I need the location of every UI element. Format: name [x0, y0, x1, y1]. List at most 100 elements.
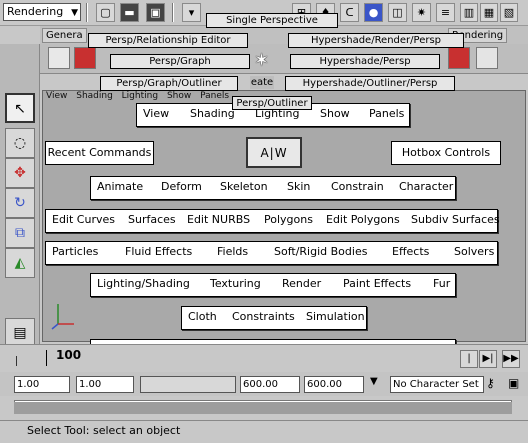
select-hierarchy-icon[interactable]: ▾: [182, 3, 201, 22]
hotbox-constraints[interactable]: Constraints: [232, 307, 295, 327]
hotbox-solvers[interactable]: Solvers: [454, 242, 494, 262]
render-sphere-icon[interactable]: ●: [364, 3, 383, 22]
hotbox-modeling-row: Edit Curves Surfaces Edit NURBS Polygons…: [45, 209, 500, 233]
range-slider-bar[interactable]: [140, 376, 236, 393]
hotbox-dynamics-row: Particles Fluid Effects Fields Soft/Rigi…: [45, 241, 498, 265]
lasso-tool-icon[interactable]: ◌: [5, 128, 35, 158]
end-frame-field[interactable]: 600.00: [304, 376, 364, 393]
shelf-menu-icon[interactable]: [48, 47, 70, 69]
hotbox-edit-curves[interactable]: Edit Curves: [52, 210, 115, 230]
animation-prefs-icon[interactable]: ▣: [508, 376, 519, 390]
layout-hypershade-render-persp[interactable]: Hypershade/Render/Persp: [288, 33, 464, 48]
chevron-down-icon[interactable]: ▼: [370, 376, 378, 387]
hotbox-simulation[interactable]: Simulation: [306, 307, 365, 327]
layout-persp-graph[interactable]: Persp/Graph: [110, 54, 250, 69]
layout-icon-3[interactable]: ▧: [500, 3, 518, 22]
hotbox-render[interactable]: Render: [282, 274, 321, 294]
new-scene-icon[interactable]: ▢: [96, 3, 115, 22]
hotbox-panels[interactable]: Panels: [369, 104, 404, 124]
hotbox-paint-effects[interactable]: Paint Effects: [343, 274, 411, 294]
start-frame-field[interactable]: 1.00: [14, 376, 70, 393]
toolbar-divider: [86, 3, 88, 22]
viewport-menu-shading[interactable]: Shading: [76, 91, 113, 101]
open-scene-icon[interactable]: ▬: [120, 3, 139, 22]
create-label-partial: eate: [250, 76, 274, 89]
character-set-field[interactable]: No Character Set: [390, 376, 484, 393]
hotbox-fluid-effects[interactable]: Fluid Effects: [125, 242, 192, 262]
hotbox-shading[interactable]: Shading: [190, 104, 235, 124]
shader-icon[interactable]: [448, 47, 470, 69]
skip-to-end-icon[interactable]: ▶▶: [502, 350, 520, 368]
marking-menu-center-icon: ✶: [254, 50, 270, 71]
current-time-marker[interactable]: [46, 350, 47, 366]
layout-icon-1[interactable]: ▥: [460, 3, 478, 22]
layout-persp-relationship-editor[interactable]: Persp/Relationship Editor: [88, 33, 248, 48]
current-frame: 100: [56, 348, 82, 362]
ipr-render-icon[interactable]: ✷: [412, 3, 431, 22]
viewport-menu-view[interactable]: View: [46, 91, 67, 101]
hotbox-subdiv-surfaces[interactable]: Subdiv Surfaces: [411, 210, 500, 230]
hotbox-animation-row: Animate Deform Skeleton Skin Constrain C…: [90, 176, 456, 200]
command-result-field: [14, 402, 512, 414]
hotbox-effects[interactable]: Effects: [392, 242, 429, 262]
step-back-icon[interactable]: |: [460, 350, 478, 368]
layout-hypershade-persp[interactable]: Hypershade/Persp: [290, 54, 440, 69]
hotbox-skeleton[interactable]: Skeleton: [220, 177, 268, 197]
hotbox-fur[interactable]: Fur: [433, 274, 450, 294]
hotbox-controls-button[interactable]: Hotbox Controls: [391, 141, 501, 165]
hotbox-cloth-row: Cloth Constraints Simulation: [181, 306, 367, 330]
viewport-menu-show[interactable]: Show: [167, 91, 191, 101]
menu-set-value: Rendering: [7, 5, 64, 18]
hotbox-skin[interactable]: Skin: [287, 177, 310, 197]
rotate-tool-icon[interactable]: ↻: [5, 188, 35, 218]
shelf-tab-general[interactable]: Genera: [42, 28, 87, 43]
playback-start-field[interactable]: 1.00: [76, 376, 134, 393]
layout-single-perspective[interactable]: Single Perspective: [206, 13, 338, 28]
hotbox-view[interactable]: View: [143, 104, 169, 124]
manipulator-tool-icon[interactable]: ◭: [5, 248, 35, 278]
hotbox-show[interactable]: Show: [320, 104, 350, 124]
save-scene-icon[interactable]: ▣: [146, 3, 165, 22]
hotbox-deform[interactable]: Deform: [161, 177, 202, 197]
hotbox-cloth[interactable]: Cloth: [188, 307, 217, 327]
select-tool-icon[interactable]: ↖: [5, 93, 35, 123]
hotbox-center-button[interactable]: A|W: [246, 137, 302, 168]
hotbox-character[interactable]: Character: [399, 177, 453, 197]
chevron-down-icon[interactable]: ▼: [71, 5, 78, 21]
scale-tool-icon[interactable]: ⧉: [5, 218, 35, 248]
viewport-menu-panels[interactable]: Panels: [200, 91, 229, 101]
layout-icon-2[interactable]: ▦: [480, 3, 498, 22]
move-tool-icon[interactable]: ✥: [5, 158, 35, 188]
layout-persp-outliner[interactable]: Persp/Outliner: [232, 96, 312, 110]
hotbox-surfaces[interactable]: Surfaces: [128, 210, 176, 230]
layout-hypershade-outliner-persp[interactable]: Hypershade/Outliner/Persp: [285, 76, 455, 91]
playback-end-field[interactable]: 600.00: [240, 376, 300, 393]
viewport-menu-lighting[interactable]: Lighting: [122, 91, 158, 101]
menu-set-select[interactable]: Rendering ▼: [3, 3, 81, 21]
hotbox-edit-polygons[interactable]: Edit Polygons: [326, 210, 400, 230]
material-icon[interactable]: [476, 47, 498, 69]
key-icon[interactable]: ⚷: [486, 376, 495, 390]
hotbox-edit-nurbs[interactable]: Edit NURBS: [187, 210, 250, 230]
render-globals-icon[interactable]: ≡: [436, 3, 455, 22]
recent-commands-button[interactable]: Recent Commands: [45, 141, 154, 165]
hotbox-texturing[interactable]: Texturing: [210, 274, 261, 294]
hotbox-polygons[interactable]: Polygons: [264, 210, 313, 230]
hotbox-soft-rigid-bodies[interactable]: Soft/Rigid Bodies: [274, 242, 367, 262]
viewport-menu-bar: View Shading Lighting Show Panels: [42, 90, 242, 103]
hotbox-constrain[interactable]: Constrain: [331, 177, 384, 197]
step-forward-icon[interactable]: ▶|: [479, 350, 497, 368]
time-ruler-tick: [16, 356, 17, 366]
light-icon[interactable]: [74, 47, 96, 69]
hotbox-animate[interactable]: Animate: [97, 177, 143, 197]
axis-gizmo-icon: [51, 304, 74, 330]
hotbox-lighting-shading[interactable]: Lighting/Shading: [97, 274, 190, 294]
snap-curve-icon[interactable]: ᑕ: [340, 3, 359, 22]
render-region-icon[interactable]: ◫: [388, 3, 407, 22]
toolbar-divider: [172, 3, 174, 22]
help-line: Select Tool: select an object: [0, 420, 528, 443]
hotbox-particles[interactable]: Particles: [52, 242, 98, 262]
hotbox-fields[interactable]: Fields: [217, 242, 248, 262]
layout-persp-graph-outliner[interactable]: Persp/Graph/Outliner: [100, 76, 238, 91]
hotbox-rendering-row: Lighting/Shading Texturing Render Paint …: [90, 273, 456, 297]
